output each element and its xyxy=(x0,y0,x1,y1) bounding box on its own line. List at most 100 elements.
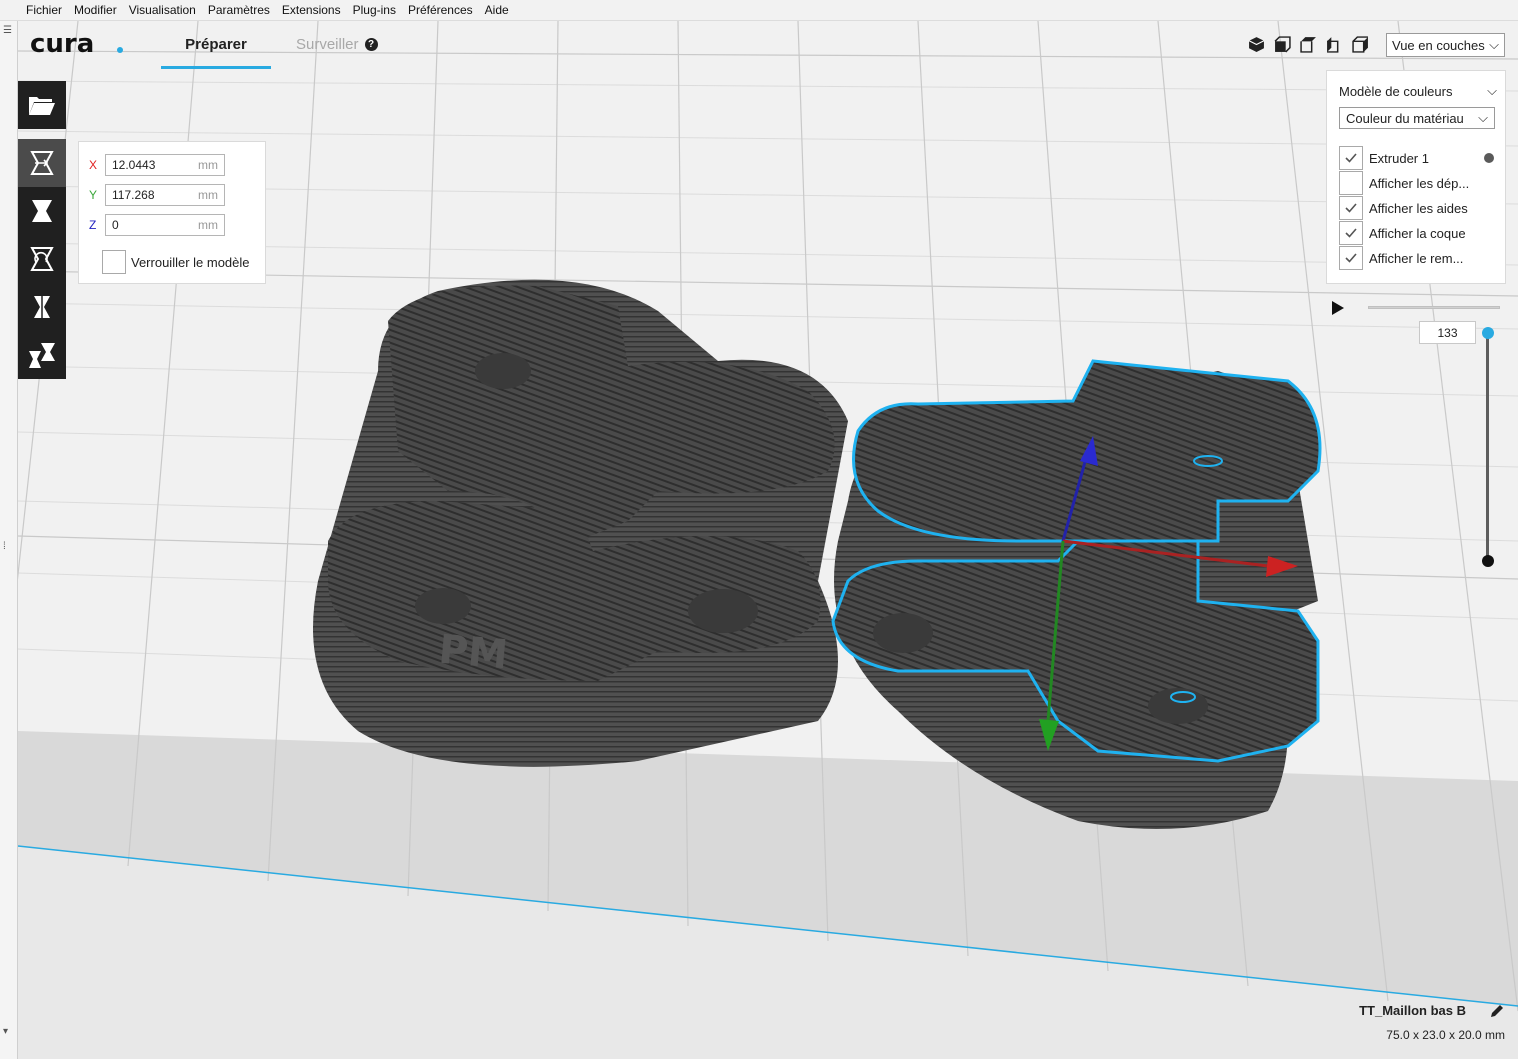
chevron-down-icon: ⌵ xyxy=(1487,83,1497,98)
menu-bar: Fichier Modifier Visualisation Paramètre… xyxy=(0,0,1518,21)
tab-monitor-label: Surveiller xyxy=(296,36,359,53)
x-value: 12.0443 xyxy=(112,158,156,172)
x-unit: mm xyxy=(198,158,218,172)
active-tab-underline xyxy=(161,66,271,69)
menu-plugins[interactable]: Plug-ins xyxy=(347,3,402,17)
show-infill-label: Afficher le rem... xyxy=(1369,250,1464,266)
menu-visualisation[interactable]: Visualisation xyxy=(123,3,202,17)
option-show-shell: Afficher la coque xyxy=(1339,221,1466,245)
show-travels-checkbox[interactable] xyxy=(1339,171,1363,195)
tab-prepare[interactable]: Préparer xyxy=(161,36,271,53)
lock-model-checkbox[interactable] xyxy=(102,250,126,274)
menu-preferences[interactable]: Préférences xyxy=(402,3,479,17)
move-tool-button[interactable] xyxy=(18,139,66,187)
z-unit: mm xyxy=(198,218,218,232)
option-show-travels: Afficher les dép... xyxy=(1339,171,1469,195)
rotate-tool-icon xyxy=(30,247,54,271)
show-helpers-checkbox[interactable] xyxy=(1339,196,1363,220)
x-row: X 12.0443 mm xyxy=(89,154,225,176)
view-type-value: Vue en couches xyxy=(1392,37,1485,53)
menu-extensions[interactable]: Extensions xyxy=(276,3,347,17)
y-value: 117.268 xyxy=(112,188,155,202)
layer-slider-lower-handle[interactable] xyxy=(1482,555,1494,567)
hamburger-icon[interactable]: ☰ xyxy=(3,25,12,36)
layer-slider-track[interactable] xyxy=(1486,333,1489,561)
y-axis-label: Y xyxy=(89,188,98,202)
mirror-tool-icon xyxy=(34,296,50,318)
show-shell-checkbox[interactable] xyxy=(1339,221,1363,245)
open-file-icon xyxy=(29,97,55,115)
x-position-field[interactable]: 12.0443 mm xyxy=(105,154,225,176)
splitter-handle-icon[interactable]: ⁞ xyxy=(3,541,6,552)
model-name: TT_Maillon bas B xyxy=(1359,1003,1466,1018)
lock-model-label: Verrouiller le modèle xyxy=(131,254,250,270)
help-icon[interactable]: ? xyxy=(364,38,378,51)
extruder-1-checkbox[interactable] xyxy=(1339,146,1363,170)
color-scheme-value: Couleur du matériau xyxy=(1346,110,1464,126)
menu-modifier[interactable]: Modifier xyxy=(68,3,123,17)
top-view-icon[interactable] xyxy=(1300,36,1317,53)
mirror-tool-button[interactable] xyxy=(18,283,66,331)
y-position-field[interactable]: 117.268 mm xyxy=(105,184,225,206)
path-slider[interactable] xyxy=(1368,306,1500,309)
show-travels-label: Afficher les dép... xyxy=(1369,175,1470,191)
move-tool-panel: X 12.0443 mm Y 117.268 mm Z 0 mm Verroui… xyxy=(78,141,266,284)
extruder-color-swatch xyxy=(1484,153,1494,163)
scale-tool-button[interactable] xyxy=(18,187,66,235)
check-icon xyxy=(1345,228,1357,238)
left-toolbar xyxy=(18,81,66,379)
option-show-helpers: Afficher les aides xyxy=(1339,196,1468,220)
menu-aide[interactable]: Aide xyxy=(479,3,515,17)
color-scheme-header[interactable]: Modèle de couleurs ⌵ xyxy=(1339,83,1497,99)
menu-fichier[interactable]: Fichier xyxy=(20,3,68,17)
open-file-button[interactable] xyxy=(18,81,66,129)
z-axis-label: Z xyxy=(89,218,97,232)
camera-view-buttons xyxy=(1248,36,1369,53)
chevron-down-icon: ⌵ xyxy=(1478,110,1488,125)
rotate-tool-button[interactable] xyxy=(18,235,66,283)
layer-slider-upper-handle[interactable] xyxy=(1482,327,1494,339)
check-icon xyxy=(1345,253,1357,263)
front-view-icon[interactable] xyxy=(1274,36,1291,53)
show-shell-label: Afficher la coque xyxy=(1369,225,1466,241)
layer-number-field[interactable]: 133 xyxy=(1419,321,1476,344)
scale-tool-icon xyxy=(32,200,52,222)
3d-view-icon[interactable] xyxy=(1248,36,1265,53)
move-tool-icon xyxy=(30,151,54,175)
per-model-settings-button[interactable] xyxy=(18,331,66,379)
show-helpers-label: Afficher les aides xyxy=(1369,200,1468,216)
color-scheme-title: Modèle de couleurs xyxy=(1339,83,1453,99)
z-value: 0 xyxy=(112,218,119,232)
right-view-icon[interactable] xyxy=(1352,36,1369,53)
tab-monitor[interactable]: Surveiller ? xyxy=(296,36,378,53)
svg-text:cura: cura xyxy=(30,30,94,56)
tool-group xyxy=(18,139,66,379)
pencil-icon[interactable] xyxy=(1489,1003,1505,1019)
color-scheme-panel: Modèle de couleurs ⌵ Couleur du matériau… xyxy=(1326,70,1506,284)
color-scheme-select[interactable]: Couleur du matériau ⌵ xyxy=(1339,107,1495,129)
chevron-down-icon: ⌵ xyxy=(1489,37,1499,52)
view-type-select[interactable]: Vue en couches ⌵ xyxy=(1386,33,1505,57)
lock-model-row: Verrouiller le modèle xyxy=(102,250,250,274)
left-view-icon[interactable] xyxy=(1326,36,1343,53)
check-icon xyxy=(1345,153,1357,163)
y-row: Y 117.268 mm xyxy=(89,184,225,206)
z-position-field[interactable]: 0 mm xyxy=(105,214,225,236)
per-model-settings-icon xyxy=(29,343,55,368)
option-show-infill: Afficher le rem... xyxy=(1339,246,1463,270)
y-unit: mm xyxy=(198,188,218,202)
cura-logo: cura xyxy=(30,29,126,61)
model-dimensions: 75.0 x 23.0 x 20.0 mm xyxy=(1386,1028,1505,1042)
extruder-1-label: Extruder 1 xyxy=(1369,150,1429,166)
scroll-down-icon[interactable]: ▾ xyxy=(3,1026,8,1037)
x-axis-label: X xyxy=(89,158,98,172)
menu-parametres[interactable]: Paramètres xyxy=(202,3,276,17)
option-extruder-1: Extruder 1 xyxy=(1339,146,1429,170)
z-row: Z 0 mm xyxy=(89,214,225,236)
window-left-strip: ☰ ⁞ ▾ xyxy=(0,21,18,1059)
play-icon[interactable] xyxy=(1330,300,1346,316)
check-icon xyxy=(1345,203,1357,213)
show-infill-checkbox[interactable] xyxy=(1339,246,1363,270)
model-engraving: PM xyxy=(437,627,510,679)
layer-number-value: 133 xyxy=(1437,325,1458,340)
